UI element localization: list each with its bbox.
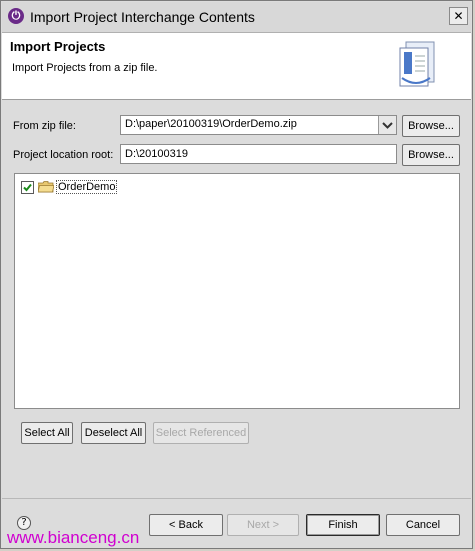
project-checkbox[interactable]	[21, 180, 34, 194]
zip-file-value: D:\paper\20100319\OrderDemo.zip	[125, 118, 297, 130]
location-root-label: Project location root:	[13, 149, 114, 161]
title-bar[interactable]: ⏻ Import Project Interchange Contents ✕	[2, 2, 471, 33]
tree-item-orderdemo[interactable]: OrderDemo	[21, 179, 118, 195]
checkmark-icon	[23, 183, 32, 191]
cancel-button[interactable]: Cancel	[386, 514, 460, 536]
select-all-button[interactable]: Select All	[21, 422, 73, 444]
zip-browse-button[interactable]: Browse...	[402, 115, 460, 137]
back-button[interactable]: < Back	[149, 514, 223, 536]
zip-file-combo[interactable]: D:\paper\20100319\OrderDemo.zip	[120, 115, 397, 135]
location-browse-button[interactable]: Browse...	[402, 144, 460, 166]
chevron-down-icon[interactable]	[378, 116, 396, 134]
project-folder-icon	[38, 181, 54, 193]
project-tree[interactable]: OrderDemo	[14, 173, 460, 409]
banner-description: Import Projects from a zip file.	[12, 62, 158, 74]
next-button[interactable]: Next >	[227, 514, 299, 536]
select-referenced-button[interactable]: Select Referenced	[153, 422, 249, 444]
finish-button[interactable]: Finish	[306, 514, 380, 536]
location-root-input[interactable]	[120, 144, 397, 164]
close-button[interactable]: ✕	[449, 7, 468, 25]
zip-file-label: From zip file:	[13, 120, 76, 132]
watermark-text: www.bianceng.cn	[7, 528, 140, 547]
app-icon: ⏻	[8, 8, 24, 24]
window-title: Import Project Interchange Contents	[30, 9, 255, 25]
footer-separator	[2, 498, 471, 499]
tree-item-label: OrderDemo	[56, 180, 118, 194]
import-wizard-icon	[399, 41, 435, 87]
deselect-all-button[interactable]: Deselect All	[81, 422, 146, 444]
wizard-banner: Import Projects Import Projects from a z…	[2, 33, 471, 100]
dialog-window: ⏻ Import Project Interchange Contents ✕ …	[0, 0, 473, 549]
banner-title: Import Projects	[10, 39, 106, 54]
